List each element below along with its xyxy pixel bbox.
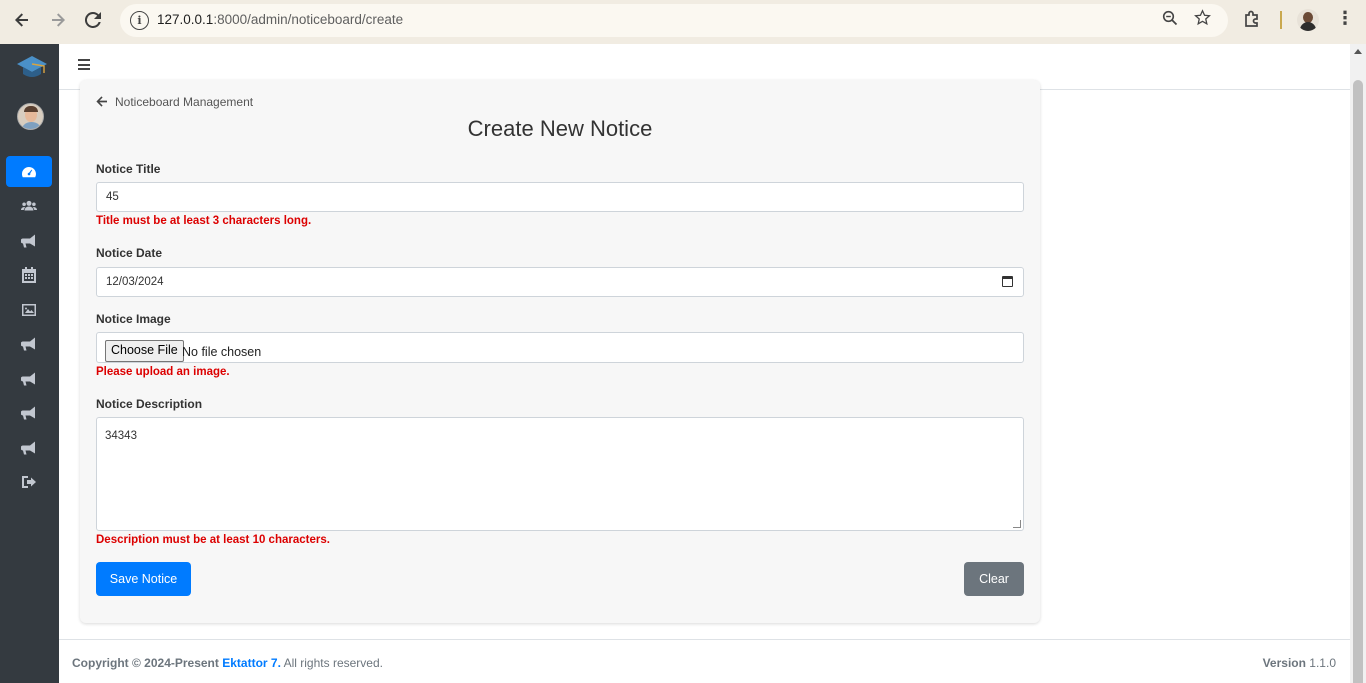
- notice-date-label: Notice Date: [96, 246, 163, 260]
- notice-image-input[interactable]: Choose File No file chosen: [96, 332, 1024, 363]
- bookmark-star-icon[interactable]: [1194, 9, 1211, 31]
- toolbar-divider: [1280, 11, 1282, 29]
- version-value: 1.1.0: [1309, 656, 1336, 670]
- sidebar-item-announcements-2[interactable]: [6, 363, 52, 394]
- sidebar-item-logout[interactable]: [6, 466, 52, 497]
- notice-title-input[interactable]: 45: [96, 182, 1024, 212]
- page-scrollbar[interactable]: [1350, 44, 1366, 683]
- hamburger-menu-icon[interactable]: [78, 59, 90, 70]
- address-bar[interactable]: i 127.0.0.1:8000/admin/noticeboard/creat…: [120, 4, 1228, 37]
- extensions-puzzle-icon[interactable]: [1243, 9, 1263, 29]
- calendar-picker-icon[interactable]: [1002, 276, 1013, 287]
- back-arrow-icon: [96, 94, 108, 110]
- footer: Copyright © 2024-Present Ektattor 7. All…: [59, 639, 1350, 683]
- app-logo[interactable]: [16, 54, 48, 82]
- breadcrumb-label: Noticeboard Management: [115, 95, 254, 109]
- notice-image-label: Notice Image: [96, 312, 171, 326]
- main-content: Noticeboard Management Create New Notice…: [59, 80, 1350, 639]
- megaphone-icon: [21, 337, 35, 350]
- dashboard-icon: [22, 166, 36, 177]
- url-text: 127.0.0.1:8000/admin/noticeboard/create: [157, 12, 404, 27]
- reload-icon[interactable]: [80, 7, 106, 33]
- megaphone-icon: [21, 372, 35, 385]
- rights-text: All rights reserved.: [283, 656, 383, 670]
- resize-grip-icon[interactable]: [1013, 520, 1021, 528]
- user-avatar[interactable]: [17, 103, 44, 130]
- notice-description-label: Notice Description: [96, 397, 203, 411]
- sidebar-item-notices[interactable]: [6, 225, 52, 256]
- sidebar-item-calendar[interactable]: [6, 259, 52, 290]
- notice-title-label: Notice Title: [96, 162, 161, 176]
- copyright-prefix: Copyright © 2024-Present: [72, 656, 219, 670]
- site-info-icon[interactable]: i: [130, 11, 149, 30]
- notice-description-value: 34343: [105, 430, 137, 442]
- back-arrow-icon[interactable]: [9, 7, 35, 33]
- notice-date-input[interactable]: 12/03/2024: [96, 267, 1024, 297]
- logout-icon: [22, 475, 36, 488]
- users-icon: [21, 200, 37, 210]
- sidebar-item-announcements-1[interactable]: [6, 328, 52, 359]
- sidebar-item-gallery[interactable]: [6, 294, 52, 325]
- browser-menu-icon[interactable]: ⋮: [1336, 8, 1354, 29]
- browser-toolbar: i 127.0.0.1:8000/admin/noticeboard/creat…: [0, 0, 1366, 44]
- choose-file-button[interactable]: Choose File: [105, 340, 184, 362]
- notice-title-error: Title must be at least 3 characters long…: [96, 215, 312, 227]
- footer-copyright: Copyright © 2024-Present Ektattor 7. All…: [72, 656, 383, 670]
- image-icon: [22, 303, 36, 316]
- version-label: Version: [1262, 656, 1306, 670]
- calendar-icon: [22, 266, 36, 283]
- clear-button[interactable]: Clear: [964, 562, 1024, 596]
- page-title: Create New Notice: [467, 116, 653, 141]
- sidebar-item-announcements-4[interactable]: [6, 432, 52, 463]
- footer-version: Version 1.1.0: [1263, 656, 1336, 670]
- megaphone-icon: [21, 441, 35, 454]
- profile-avatar[interactable]: [1297, 9, 1319, 31]
- sidebar-item-dashboard[interactable]: [6, 156, 52, 187]
- brand-link[interactable]: Ektattor 7.: [222, 656, 281, 670]
- no-file-text: No file chosen: [182, 345, 262, 359]
- notice-title-value: 45: [106, 191, 119, 203]
- forward-arrow-icon[interactable]: [45, 7, 71, 33]
- megaphone-icon: [21, 406, 35, 419]
- notice-image-error: Please upload an image.: [96, 366, 230, 378]
- save-notice-button[interactable]: Save Notice: [96, 562, 191, 596]
- sidebar-item-announcements-3[interactable]: [6, 397, 52, 428]
- breadcrumb[interactable]: Noticeboard Management: [96, 94, 253, 110]
- sidebar-item-users[interactable]: [6, 190, 52, 221]
- megaphone-icon: [21, 234, 35, 247]
- notice-description-textarea[interactable]: 34343: [96, 417, 1024, 531]
- notice-date-value: 12/03/2024: [106, 276, 164, 288]
- scroll-thumb[interactable]: [1353, 80, 1363, 683]
- notice-description-error: Description must be at least 10 characte…: [96, 534, 330, 546]
- scroll-up-arrow-icon[interactable]: [1354, 49, 1362, 54]
- zoom-icon[interactable]: [1162, 10, 1178, 30]
- notice-form-card: Noticeboard Management Create New Notice…: [80, 80, 1040, 623]
- sidebar: [0, 44, 59, 683]
